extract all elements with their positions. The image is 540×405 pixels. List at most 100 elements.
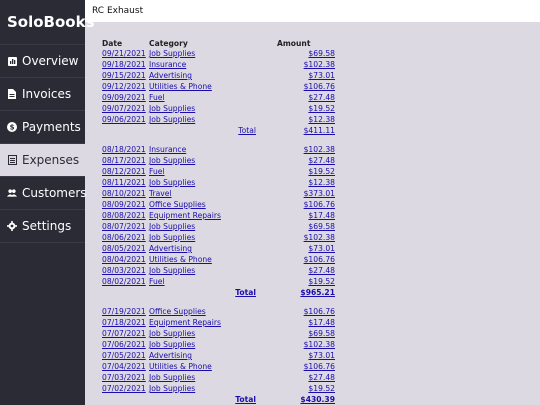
expense-amount-link[interactable]: $102.38	[259, 233, 335, 242]
expense-category-link[interactable]: Job Supplies	[149, 266, 259, 275]
expense-date-link[interactable]: 08/05/2021	[102, 244, 149, 253]
expense-amount-link[interactable]: $73.01	[259, 71, 335, 80]
nav-item-payments[interactable]: $ Payments	[0, 111, 85, 144]
expense-date-link[interactable]: 08/02/2021	[102, 277, 149, 286]
expense-amount-link[interactable]: $106.76	[259, 255, 335, 264]
expense-amount-link[interactable]: $19.52	[259, 384, 335, 393]
expense-category-link[interactable]: Job Supplies	[149, 104, 259, 113]
expense-date-link[interactable]: 08/09/2021	[102, 200, 149, 209]
expense-category-link[interactable]: Equipment Repairs	[149, 318, 259, 327]
expense-category-link[interactable]: Travel	[149, 189, 259, 198]
expense-date-link[interactable]: 08/18/2021	[102, 145, 149, 154]
nav-item-overview[interactable]: Overview	[0, 45, 85, 78]
expense-amount-link[interactable]: $27.48	[259, 93, 335, 102]
expense-category-link[interactable]: Advertising	[149, 71, 259, 80]
expense-date-link[interactable]: 09/12/2021	[102, 82, 149, 91]
expense-date-link[interactable]: 07/07/2021	[102, 329, 149, 338]
expense-date-link[interactable]: 08/12/2021	[102, 167, 149, 176]
expense-category-link[interactable]: Equipment Repairs	[149, 211, 259, 220]
brand-logo[interactable]: SoloBooks	[0, 0, 95, 45]
expense-date-link[interactable]: 07/18/2021	[102, 318, 149, 327]
nav-item-customers[interactable]: Customers	[0, 177, 87, 210]
expense-category-link[interactable]: Job Supplies	[149, 222, 259, 231]
expense-amount-link[interactable]: $27.48	[259, 266, 335, 275]
expense-category-link[interactable]: Utilities & Phone	[149, 255, 259, 264]
expense-date-link[interactable]: 08/07/2021	[102, 222, 149, 231]
expense-amount-link[interactable]: $102.38	[259, 145, 335, 154]
expense-amount-link[interactable]: $69.58	[259, 49, 335, 58]
expense-amount-link[interactable]: $69.58	[259, 222, 335, 231]
expense-category-link[interactable]: Utilities & Phone	[149, 82, 259, 91]
expense-category-link[interactable]: Job Supplies	[149, 49, 259, 58]
expense-amount-link[interactable]: $106.76	[259, 307, 335, 316]
expense-category-link[interactable]: Advertising	[149, 244, 259, 253]
expense-category-link[interactable]: Job Supplies	[149, 373, 259, 382]
expense-amount-link[interactable]: $27.48	[259, 156, 335, 165]
total-label-link[interactable]: Total	[102, 288, 278, 297]
expense-date-link[interactable]: 09/18/2021	[102, 60, 149, 69]
expense-amount-link[interactable]: $17.48	[259, 318, 335, 327]
expense-category-link[interactable]: Job Supplies	[149, 233, 259, 242]
expense-date-link[interactable]: 08/04/2021	[102, 255, 149, 264]
expense-amount-link[interactable]: $12.38	[259, 178, 335, 187]
expense-amount-link[interactable]: $19.52	[259, 277, 335, 286]
total-label-link[interactable]: Total	[102, 126, 278, 135]
expense-date-link[interactable]: 07/04/2021	[102, 362, 149, 371]
expense-date-link[interactable]: 09/21/2021	[102, 49, 149, 58]
expense-amount-link[interactable]: $19.52	[259, 104, 335, 113]
expense-amount-link[interactable]: $73.01	[259, 244, 335, 253]
expense-date-link[interactable]: 09/06/2021	[102, 115, 149, 124]
expense-date-link[interactable]: 07/05/2021	[102, 351, 149, 360]
expense-category-link[interactable]: Job Supplies	[149, 384, 259, 393]
expense-amount-link[interactable]: $106.76	[259, 200, 335, 209]
expense-date-link[interactable]: 09/09/2021	[102, 93, 149, 102]
expense-category-link[interactable]: Fuel	[149, 93, 259, 102]
nav-item-settings[interactable]: Settings	[0, 210, 85, 243]
expense-amount-link[interactable]: $73.01	[259, 351, 335, 360]
expense-date-link[interactable]: 08/17/2021	[102, 156, 149, 165]
expense-date-link[interactable]: 09/07/2021	[102, 104, 149, 113]
expense-amount-link[interactable]: $69.58	[259, 329, 335, 338]
expense-date-link[interactable]: 07/06/2021	[102, 340, 149, 349]
expense-date-link[interactable]: 07/19/2021	[102, 307, 149, 316]
expense-amount-link[interactable]: $19.52	[259, 167, 335, 176]
total-amount-link[interactable]: $411.11	[278, 126, 335, 135]
expense-category-link[interactable]: Utilities & Phone	[149, 362, 259, 371]
expense-date-link[interactable]: 08/11/2021	[102, 178, 149, 187]
expense-amount-link[interactable]: $106.76	[259, 362, 335, 371]
expense-amount-link[interactable]: $373.01	[259, 189, 335, 198]
table-row: 07/05/2021 Advertising $73.01	[102, 350, 342, 361]
expense-category-link[interactable]: Job Supplies	[149, 115, 259, 124]
expense-date-link[interactable]: 08/08/2021	[102, 211, 149, 220]
expense-category-link[interactable]: Job Supplies	[149, 178, 259, 187]
total-amount-link[interactable]: $965.21	[278, 288, 335, 297]
expense-amount-link[interactable]: $12.38	[259, 115, 335, 124]
expense-date-link[interactable]: 09/15/2021	[102, 71, 149, 80]
expense-date-link[interactable]: 07/03/2021	[102, 373, 149, 382]
expense-category-link[interactable]: Fuel	[149, 167, 259, 176]
expense-category-link[interactable]: Fuel	[149, 277, 259, 286]
expense-category-link[interactable]: Job Supplies	[149, 340, 259, 349]
total-amount-link[interactable]: $430.39	[278, 395, 335, 404]
expense-category-link[interactable]: Office Supplies	[149, 200, 259, 209]
expense-category-link[interactable]: Advertising	[149, 351, 259, 360]
table-row: 07/06/2021 Job Supplies $102.38	[102, 339, 342, 350]
nav-item-invoices[interactable]: Invoices	[0, 78, 85, 111]
expense-date-link[interactable]: 08/03/2021	[102, 266, 149, 275]
expense-date-link[interactable]: 08/06/2021	[102, 233, 149, 242]
expense-category-link[interactable]: Insurance	[149, 145, 259, 154]
expense-date-link[interactable]: 08/10/2021	[102, 189, 149, 198]
total-label-link[interactable]: Total	[102, 395, 278, 404]
expense-amount-link[interactable]: $27.48	[259, 373, 335, 382]
expense-amount-link[interactable]: $102.38	[259, 340, 335, 349]
nav-item-expenses[interactable]: Expenses	[0, 144, 85, 177]
expense-amount-link[interactable]: $102.38	[259, 60, 335, 69]
expense-date-link[interactable]: 07/02/2021	[102, 384, 149, 393]
expense-amount-link[interactable]: $17.48	[259, 211, 335, 220]
expense-amount-link[interactable]: $106.76	[259, 82, 335, 91]
table-row: 09/09/2021 Fuel $27.48	[102, 92, 342, 103]
expense-category-link[interactable]: Insurance	[149, 60, 259, 69]
expense-category-link[interactable]: Job Supplies	[149, 156, 259, 165]
expense-category-link[interactable]: Office Supplies	[149, 307, 259, 316]
expense-category-link[interactable]: Job Supplies	[149, 329, 259, 338]
